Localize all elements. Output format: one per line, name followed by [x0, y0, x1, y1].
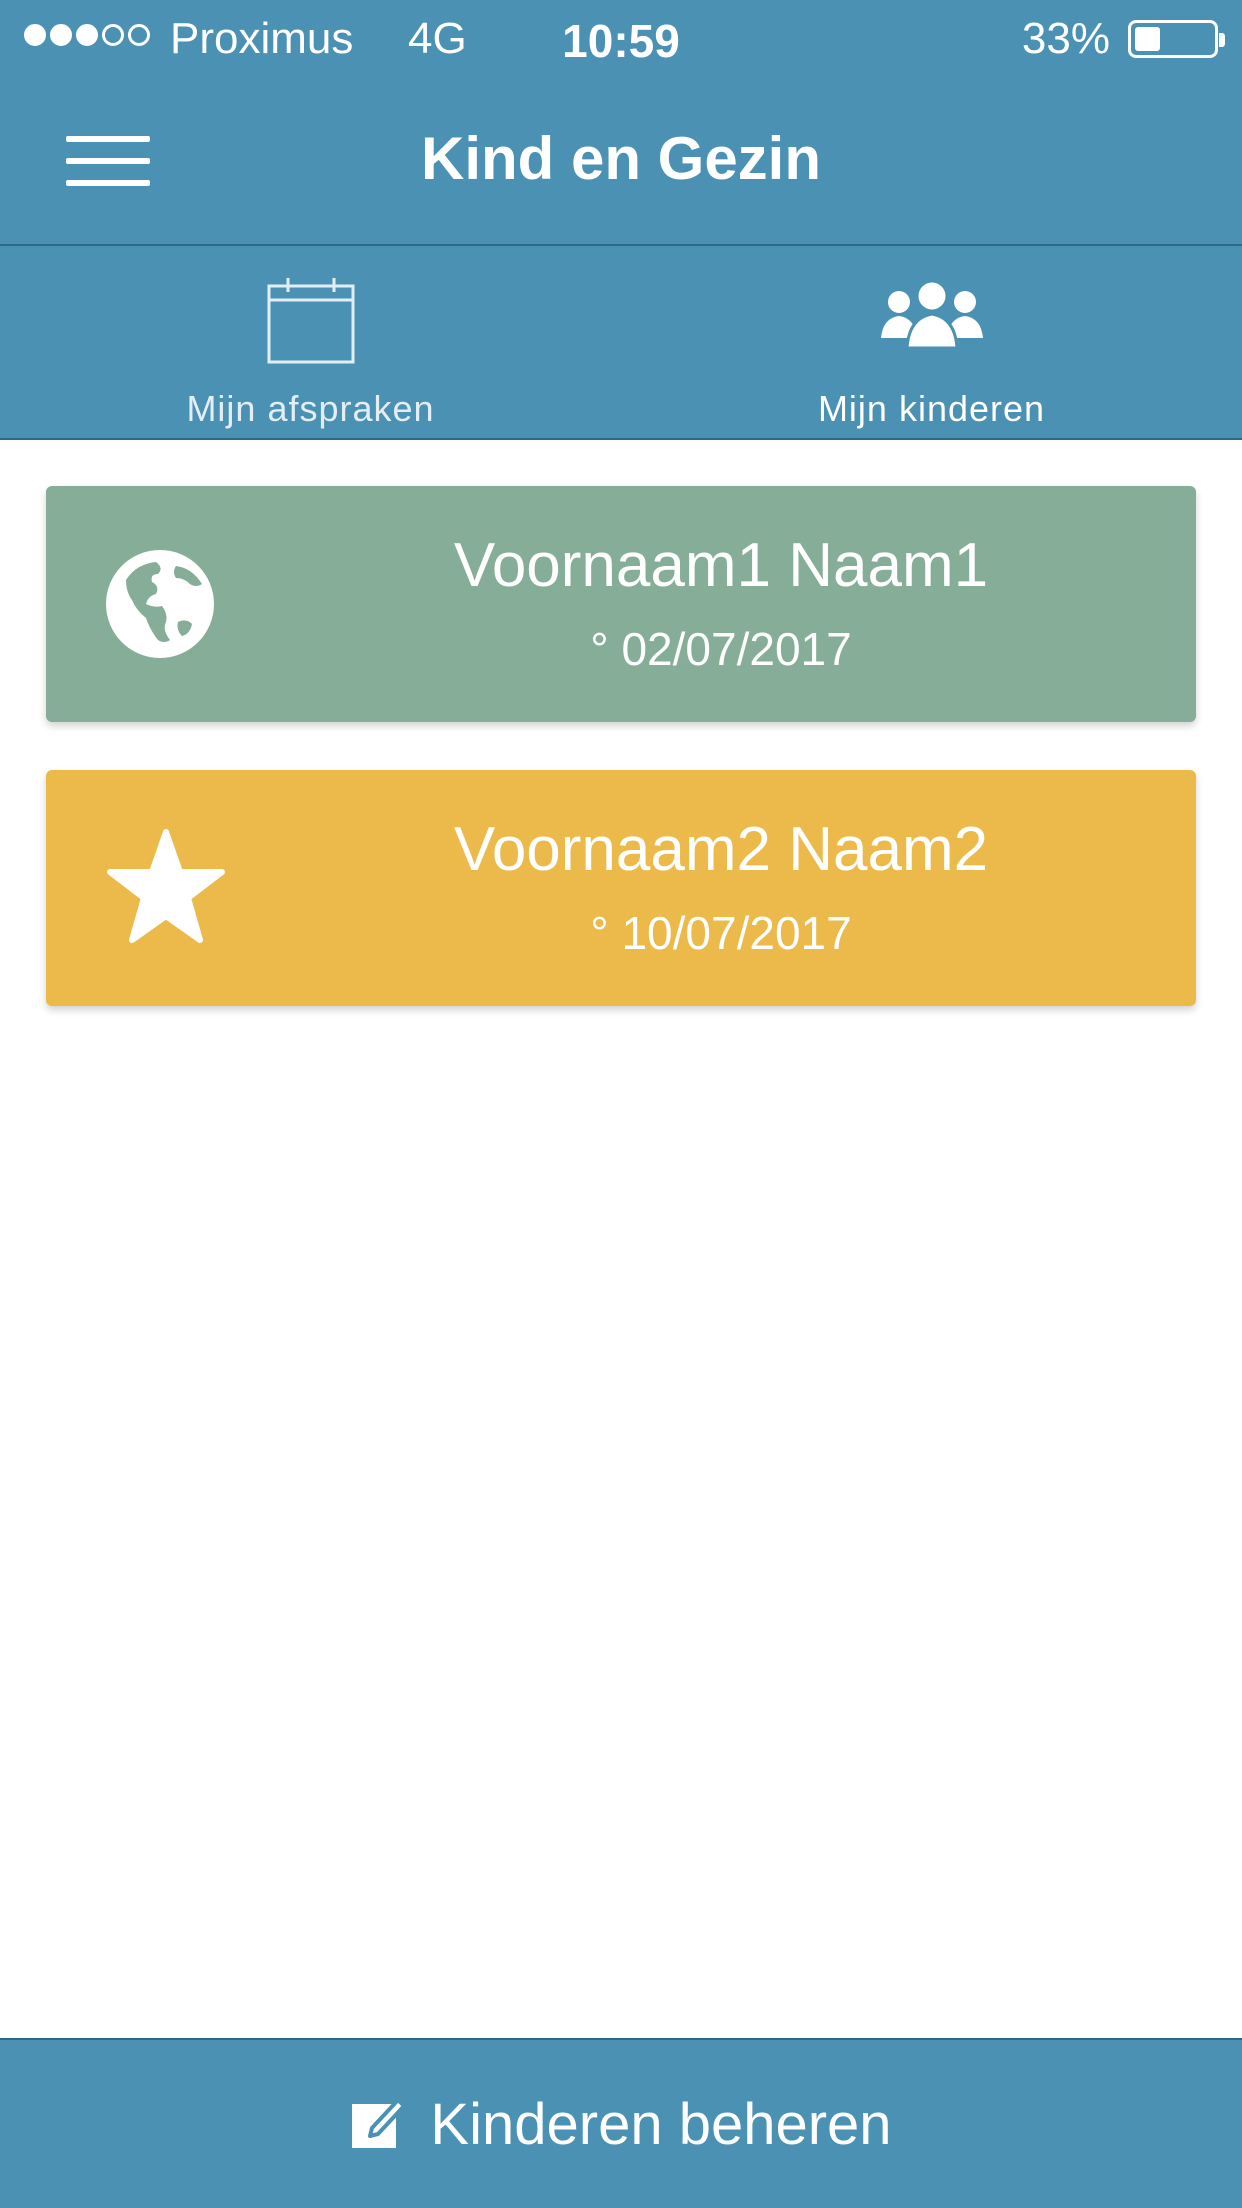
- people-icon: [877, 276, 987, 361]
- battery-icon: [1128, 20, 1225, 58]
- child-birth-date: ° 10/07/2017: [590, 907, 852, 959]
- tab-bar: Mijn afspraken Mijn kinderen: [0, 248, 1242, 440]
- battery-fill: [1135, 27, 1160, 51]
- edit-icon: [350, 2094, 407, 2155]
- app-screen: Proximus 4G 10:59 33% Kind en Gezin Mijn…: [0, 0, 1242, 2208]
- navigation-bar: Kind en Gezin: [0, 80, 1242, 246]
- battery-percentage: 33%: [1021, 14, 1110, 63]
- tab-mijn-afspraken[interactable]: Mijn afspraken: [0, 248, 621, 438]
- child-name: Voornaam1 Naam1: [453, 531, 989, 600]
- tab-label: Mijn afspraken: [186, 388, 435, 429]
- child-card[interactable]: Voornaam2 Naam2 ° 10/07/2017: [46, 770, 1196, 1006]
- status-bar: Proximus 4G 10:59 33%: [0, 0, 1242, 80]
- star-icon: [106, 828, 226, 948]
- calendar-icon: [266, 276, 356, 371]
- child-card[interactable]: Voornaam1 Naam1 ° 02/07/2017: [46, 486, 1196, 722]
- top-header-area: Proximus 4G 10:59 33% Kind en Gezin Mijn…: [0, 0, 1242, 440]
- globe-icon: [106, 544, 226, 664]
- tab-mijn-kinderen[interactable]: Mijn kinderen: [621, 248, 1242, 438]
- manage-children-label: Kinderen beheren: [430, 2091, 892, 2157]
- battery-tip: [1219, 33, 1225, 47]
- child-name: Voornaam2 Naam2: [453, 815, 989, 884]
- page-title: Kind en Gezin: [420, 125, 822, 192]
- child-birth-date: ° 02/07/2017: [590, 623, 852, 675]
- manage-children-button[interactable]: Kinderen beheren: [0, 2038, 1242, 2208]
- tab-label: Mijn kinderen: [817, 388, 1046, 429]
